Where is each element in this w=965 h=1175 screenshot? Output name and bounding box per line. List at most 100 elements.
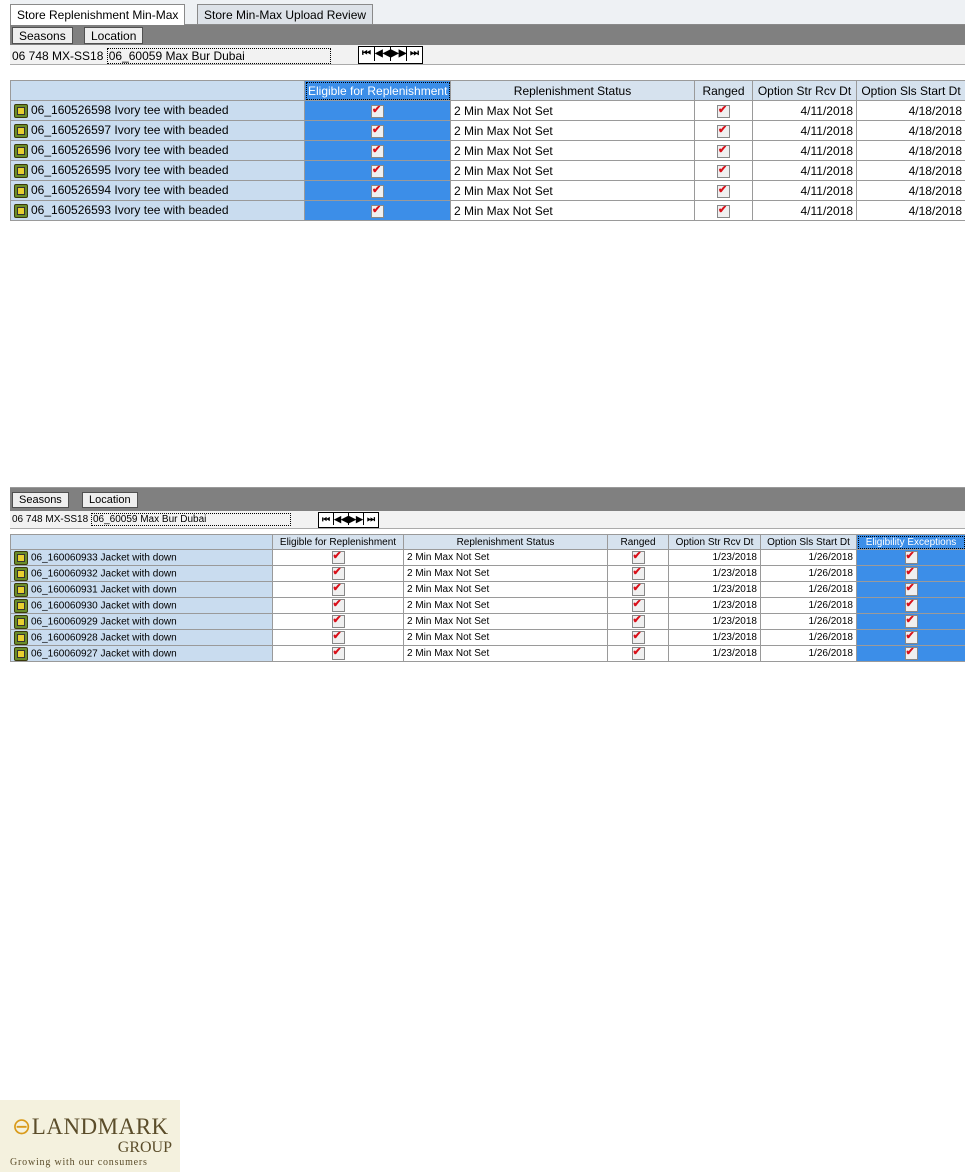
sls-start-dt-cell[interactable]: 1/26/2018 — [760, 565, 857, 582]
table-row[interactable]: 06_160526597 Ivory tee with beaded 2 Min … — [10, 120, 965, 141]
ranged-cell[interactable] — [607, 581, 669, 598]
status-cell[interactable]: 2 Min Max Not Set — [403, 629, 608, 646]
checkbox-checked-icon[interactable] — [331, 631, 345, 644]
checkbox-checked-icon[interactable] — [717, 123, 730, 138]
table-row[interactable]: 06_160060932 Jacket with down 2 Min Max N… — [10, 565, 965, 582]
checkbox-checked-icon[interactable] — [904, 615, 918, 628]
checkbox-checked-icon[interactable] — [631, 567, 645, 580]
status-cell[interactable]: 2 Min Max Not Set — [403, 613, 608, 630]
column-header-str-rcv-dt[interactable]: Option Str Rcv Dt — [752, 80, 857, 101]
checkbox-checked-icon[interactable] — [904, 647, 918, 660]
sls-start-dt-cell[interactable]: 4/18/2018 — [856, 140, 965, 161]
checkbox-checked-icon[interactable] — [371, 183, 384, 198]
ranged-cell[interactable] — [607, 597, 669, 614]
eligible-cell[interactable] — [272, 645, 404, 662]
sls-start-dt-cell[interactable]: 4/18/2018 — [856, 120, 965, 141]
str-rcv-dt-cell[interactable]: 4/11/2018 — [752, 180, 857, 201]
ranged-cell[interactable] — [607, 629, 669, 646]
sls-start-dt-cell[interactable]: 1/26/2018 — [760, 597, 857, 614]
status-cell[interactable]: 2 Min Max Not Set — [450, 120, 695, 141]
row-label[interactable]: 06_160060932 Jacket with down — [10, 565, 273, 582]
str-rcv-dt-cell[interactable]: 4/11/2018 — [752, 200, 857, 221]
checkbox-checked-icon[interactable] — [371, 123, 384, 138]
sls-start-dt-cell[interactable]: 4/18/2018 — [856, 100, 965, 121]
status-cell[interactable]: 2 Min Max Not Set — [450, 180, 695, 201]
table-row[interactable]: 06_160060927 Jacket with down 2 Min Max N… — [10, 645, 965, 662]
ranged-cell[interactable] — [694, 200, 753, 221]
ranged-cell[interactable] — [607, 645, 669, 662]
sls-start-dt-cell[interactable]: 1/26/2018 — [760, 581, 857, 598]
checkbox-checked-icon[interactable] — [631, 615, 645, 628]
row-label[interactable]: 06_160060930 Jacket with down — [10, 597, 273, 614]
checkbox-checked-icon[interactable] — [331, 567, 345, 580]
column-header-eligibility-exceptions[interactable]: Eligibility Exceptions — [856, 534, 965, 550]
checkbox-checked-icon[interactable] — [717, 143, 730, 158]
eligibility-exceptions-cell[interactable] — [856, 565, 965, 582]
first-page-icon[interactable]: ⏮ — [359, 47, 375, 61]
status-cell[interactable]: 2 Min Max Not Set — [450, 100, 695, 121]
eligible-cell[interactable] — [272, 629, 404, 646]
checkbox-checked-icon[interactable] — [331, 615, 345, 628]
str-rcv-dt-cell[interactable]: 1/23/2018 — [668, 549, 761, 566]
sls-start-dt-cell[interactable]: 1/26/2018 — [760, 613, 857, 630]
tab-store-min-max-upload-review[interactable]: Store Min-Max Upload Review — [197, 4, 374, 24]
checkbox-checked-icon[interactable] — [331, 647, 345, 660]
eligible-cell[interactable] — [272, 613, 404, 630]
column-header-ranged[interactable]: Ranged — [607, 534, 669, 550]
status-cell[interactable]: 2 Min Max Not Set — [403, 565, 608, 582]
table-row[interactable]: 06_160526593 Ivory tee with beaded 2 Min … — [10, 200, 965, 221]
status-cell[interactable]: 2 Min Max Not Set — [403, 549, 608, 566]
str-rcv-dt-cell[interactable]: 4/11/2018 — [752, 140, 857, 161]
checkbox-checked-icon[interactable] — [904, 567, 918, 580]
str-rcv-dt-cell[interactable]: 4/11/2018 — [752, 120, 857, 141]
eligible-cell[interactable] — [304, 180, 451, 201]
row-label[interactable]: 06_160526597 Ivory tee with beaded — [10, 120, 305, 141]
last-page-icon[interactable]: ⏭ — [364, 513, 378, 525]
str-rcv-dt-cell[interactable]: 4/11/2018 — [752, 160, 857, 181]
column-header-status[interactable]: Replenishment Status — [450, 80, 695, 101]
location-field[interactable]: 06_60059 Max Bur Dubai — [106, 48, 331, 64]
str-rcv-dt-cell[interactable]: 4/11/2018 — [752, 100, 857, 121]
table-row[interactable]: 06_160060930 Jacket with down 2 Min Max N… — [10, 597, 965, 614]
eligibility-exceptions-cell[interactable] — [856, 581, 965, 598]
table-row[interactable]: 06_160526594 Ivory tee with beaded 2 Min … — [10, 180, 965, 201]
next-page-icon[interactable]: ▶▶ — [349, 513, 364, 525]
tab-store-replenishment-min-max[interactable]: Store Replenishment Min-Max — [10, 4, 186, 25]
checkbox-checked-icon[interactable] — [371, 143, 384, 158]
row-label[interactable]: 06_160526596 Ivory tee with beaded — [10, 140, 305, 161]
column-header-eligible[interactable]: Eligible for Replenishment — [304, 80, 451, 101]
str-rcv-dt-cell[interactable]: 1/23/2018 — [668, 629, 761, 646]
str-rcv-dt-cell[interactable]: 1/23/2018 — [668, 597, 761, 614]
checkbox-checked-icon[interactable] — [371, 103, 384, 118]
table-row[interactable]: 06_160060928 Jacket with down 2 Min Max N… — [10, 629, 965, 646]
row-label[interactable]: 06_160060929 Jacket with down — [10, 613, 273, 630]
sls-start-dt-cell[interactable]: 4/18/2018 — [856, 200, 965, 221]
row-label[interactable]: 06_160060928 Jacket with down — [10, 629, 273, 646]
checkbox-checked-icon[interactable] — [904, 551, 918, 564]
eligibility-exceptions-cell[interactable] — [856, 597, 965, 614]
checkbox-checked-icon[interactable] — [717, 163, 730, 178]
ranged-cell[interactable] — [607, 549, 669, 566]
checkbox-checked-icon[interactable] — [904, 631, 918, 644]
column-header-status[interactable]: Replenishment Status — [403, 534, 608, 550]
checkbox-checked-icon[interactable] — [904, 583, 918, 596]
previous-page-icon[interactable]: ◀◀ — [334, 513, 349, 525]
checkbox-checked-icon[interactable] — [631, 599, 645, 612]
sls-start-dt-cell[interactable]: 4/18/2018 — [856, 160, 965, 181]
ranged-cell[interactable] — [694, 120, 753, 141]
checkbox-checked-icon[interactable] — [904, 599, 918, 612]
table-row[interactable]: 06_160526598 Ivory tee with beaded 2 Min … — [10, 100, 965, 121]
eligible-cell[interactable] — [304, 200, 451, 221]
checkbox-checked-icon[interactable] — [331, 551, 345, 564]
eligible-cell[interactable] — [304, 120, 451, 141]
str-rcv-dt-cell[interactable]: 1/23/2018 — [668, 581, 761, 598]
previous-page-icon[interactable]: ◀◀ — [375, 47, 391, 61]
next-page-icon[interactable]: ▶▶ — [391, 47, 407, 61]
row-label[interactable]: 06_160526594 Ivory tee with beaded — [10, 180, 305, 201]
eligibility-exceptions-cell[interactable] — [856, 549, 965, 566]
eligibility-exceptions-cell[interactable] — [856, 629, 965, 646]
status-cell[interactable]: 2 Min Max Not Set — [450, 200, 695, 221]
column-header-str-rcv-dt[interactable]: Option Str Rcv Dt — [668, 534, 761, 550]
table-row[interactable]: 06_160060929 Jacket with down 2 Min Max N… — [10, 613, 965, 630]
row-label[interactable]: 06_160526593 Ivory tee with beaded — [10, 200, 305, 221]
